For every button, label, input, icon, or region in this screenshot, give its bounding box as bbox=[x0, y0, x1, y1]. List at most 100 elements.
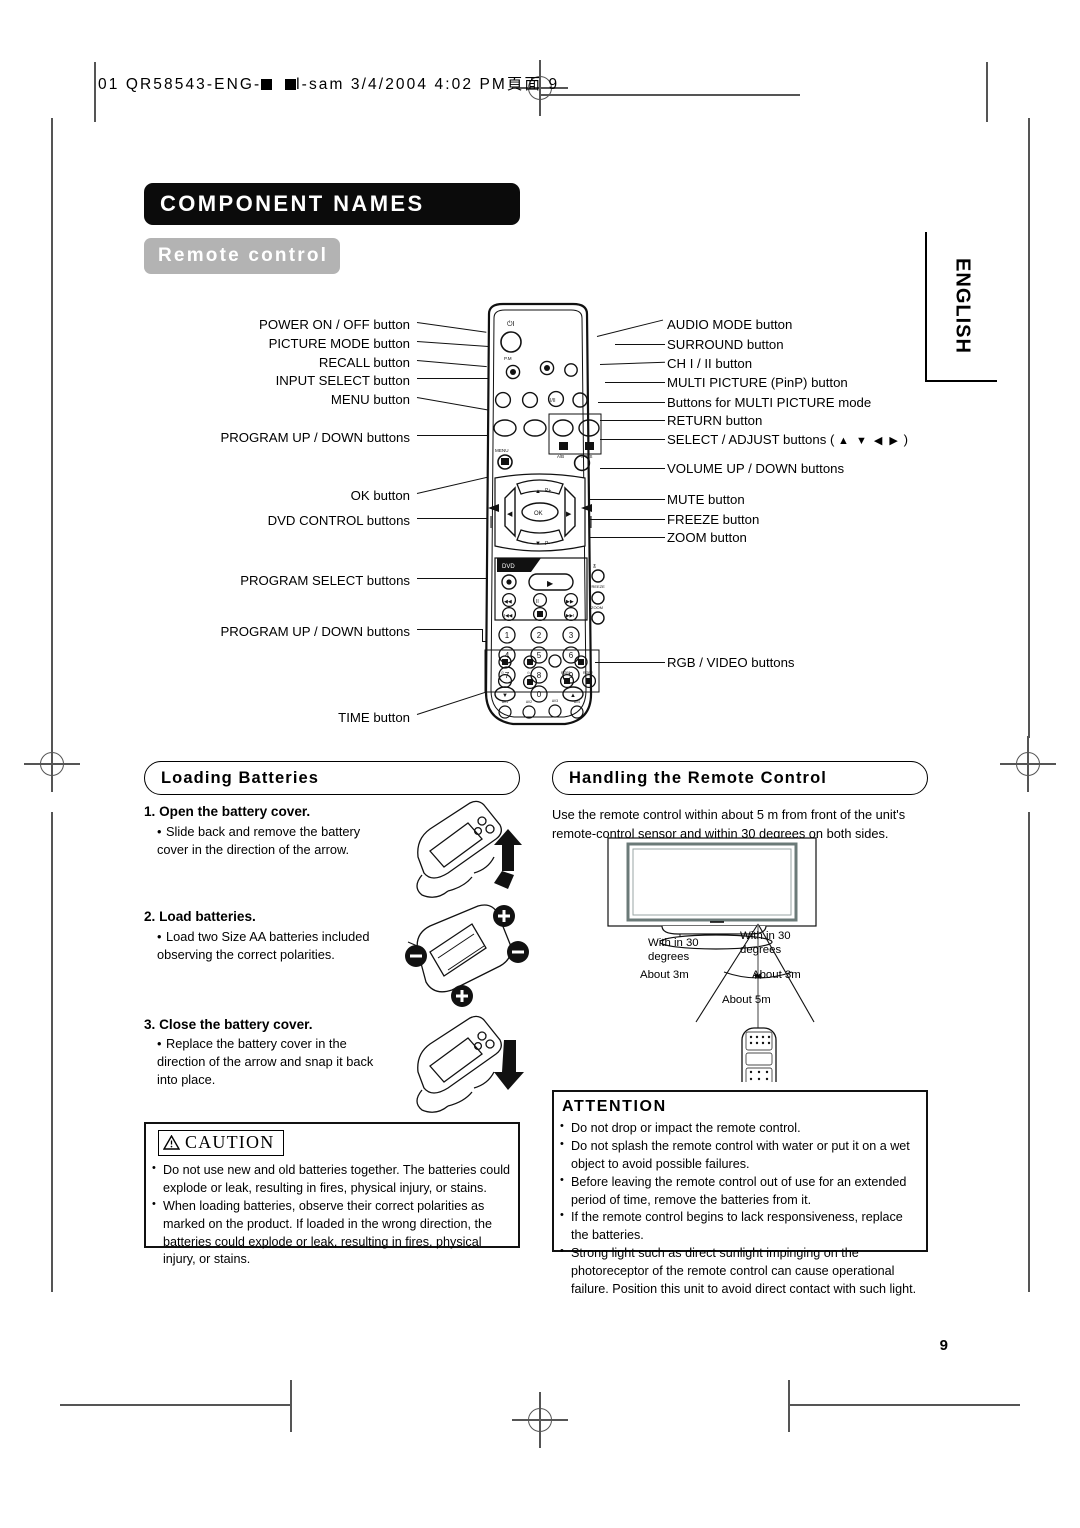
callout-zoom: ZOOM button bbox=[667, 530, 747, 545]
diagram-left-angle-line1: With in 30 bbox=[648, 937, 699, 949]
svg-text:▼: ▼ bbox=[535, 541, 541, 547]
imprint-suffix: 頁面 9 bbox=[506, 76, 560, 93]
diagram-label-right-angle: With in 30 degrees bbox=[740, 929, 791, 958]
step1-heading: 1. Open the battery cover. bbox=[144, 804, 311, 819]
registration-mark-bottom bbox=[512, 1392, 568, 1448]
print-imprint: 01 QR58543-ENG- l-sam 3/4/2004 4:02 PM頁面… bbox=[98, 72, 559, 94]
callout-menu: MENU button bbox=[330, 392, 410, 407]
diagram-label-left-distance: About 3m bbox=[640, 969, 689, 981]
svg-text:AV3: AV3 bbox=[552, 699, 558, 703]
page-number: 9 bbox=[939, 1337, 948, 1354]
caution-item-2: When loading batteries, observe their co… bbox=[152, 1197, 512, 1270]
callout-surround: SURROUND button bbox=[667, 337, 784, 352]
svg-text:P-: P- bbox=[545, 541, 550, 547]
caution-list: Do not use new and old batteries togethe… bbox=[152, 1161, 512, 1270]
svg-text:P.M: P.M bbox=[504, 356, 512, 361]
page-title: COMPONENT NAMES bbox=[144, 183, 520, 225]
callout-mute: MUTE button bbox=[667, 492, 745, 507]
svg-text:◀: ◀ bbox=[507, 511, 513, 518]
crop-line-bottom-left bbox=[60, 1404, 290, 1406]
caution-badge: CAUTION bbox=[158, 1130, 285, 1156]
caution-item-1: Do not use new and old batteries togethe… bbox=[152, 1161, 512, 1198]
step2-body-text: Load two Size AA batteries included obse… bbox=[157, 929, 370, 963]
svg-text:AV1: AV1 bbox=[502, 700, 508, 704]
diagram-label-left-angle: With in 30 degrees bbox=[648, 936, 699, 965]
diagram-label-center-distance: About 5m bbox=[722, 994, 771, 1006]
loading-batteries-header: Loading Batteries bbox=[144, 761, 520, 795]
attention-item-5: Strong light such as direct sunlight imp… bbox=[560, 1244, 920, 1299]
callout-power-on-off: POWER ON / OFF button bbox=[259, 317, 410, 332]
svg-text:⏱: ⏱ bbox=[501, 671, 504, 675]
language-tab-label: ENGLISH bbox=[951, 258, 974, 354]
svg-text:A/B: A/B bbox=[557, 454, 564, 459]
callout-multi-picture: MULTI PICTURE (PinP) button bbox=[667, 375, 848, 390]
svg-text:3: 3 bbox=[569, 631, 574, 640]
svg-text:AV4: AV4 bbox=[574, 700, 580, 704]
step1-body: • Slide back and remove the battery cover… bbox=[157, 824, 361, 858]
illustration-open-cover bbox=[408, 795, 528, 905]
select-adjust-arrow-glyphs: ▲ ▼ ◀ ▶ bbox=[838, 435, 900, 447]
callout-ok: OK button bbox=[350, 488, 410, 503]
step3-heading: 3. Close the battery cover. bbox=[144, 1017, 313, 1032]
crop-line-top-left bbox=[94, 62, 96, 122]
callout-picture-mode: PICTURE MODE button bbox=[268, 336, 410, 351]
registration-mark-left bbox=[24, 736, 80, 792]
callout-select-adjust-text: SELECT / ADJUST buttons ( bbox=[667, 432, 835, 447]
callout-recall: RECALL button bbox=[318, 355, 410, 370]
attention-item-4: If the remote control begins to lack res… bbox=[560, 1208, 920, 1245]
callout-audio-mode: AUDIO MODE button bbox=[667, 317, 793, 332]
svg-text:⏲: ⏲ bbox=[527, 671, 530, 675]
crop-line-bottom-mark-right bbox=[788, 1380, 790, 1432]
imprint-mid: l-sam 3/4/2004 4:02 PM bbox=[296, 76, 507, 93]
svg-text:I/II: I/II bbox=[550, 398, 556, 404]
illustration-close-cover bbox=[408, 1010, 528, 1120]
crop-line-bottom-right bbox=[790, 1404, 1020, 1406]
warning-triangle-icon bbox=[163, 1135, 180, 1150]
callout-volume-up-down: VOLUME UP / DOWN buttons bbox=[667, 461, 845, 476]
callout-input-select: INPUT SELECT button bbox=[275, 373, 410, 388]
step3-body-text: Replace the battery cover in the directi… bbox=[157, 1036, 374, 1088]
callout-select-adjust-close: ) bbox=[903, 432, 908, 447]
svg-text:◀◀: ◀◀ bbox=[504, 599, 512, 605]
callout-rgb-video: RGB / VIDEO buttons bbox=[667, 655, 795, 670]
step1-body-text: Slide back and remove the battery cover … bbox=[157, 824, 361, 858]
document-page: 01 QR58543-ENG- l-sam 3/4/2004 4:02 PM頁面… bbox=[0, 0, 1080, 1528]
loading-batteries-title: Loading Batteries bbox=[161, 768, 320, 787]
attention-list: Do not drop or impact the remote control… bbox=[560, 1119, 920, 1299]
handling-title: Handling the Remote Control bbox=[569, 768, 827, 787]
step2-heading: 2. Load batteries. bbox=[144, 909, 256, 924]
svg-text:OK: OK bbox=[534, 511, 543, 517]
svg-text:II: II bbox=[536, 599, 539, 605]
step2-body: • Load two Size AA batteries included obs… bbox=[157, 929, 370, 963]
svg-text:MENU: MENU bbox=[495, 448, 509, 453]
callout-program-up-down-bottom: PROGRAM UP / DOWN buttons bbox=[220, 624, 410, 639]
svg-text:▶: ▶ bbox=[566, 511, 572, 518]
callout-time: TIME button bbox=[338, 710, 410, 725]
svg-text:🕱: 🕱 bbox=[593, 563, 596, 570]
svg-text:2: 2 bbox=[537, 631, 542, 640]
callout-dvd-control: DVD CONTROL buttons bbox=[267, 513, 410, 528]
svg-text:▶▶I: ▶▶I bbox=[566, 613, 574, 618]
svg-text:RGB1: RGB1 bbox=[561, 671, 571, 675]
section-title: Remote control bbox=[144, 238, 340, 274]
callout-program-select: PROGRAM SELECT buttons bbox=[240, 573, 410, 588]
imprint-block-glyph-2 bbox=[285, 79, 297, 90]
svg-text:FREEZE: FREEZE bbox=[589, 584, 605, 589]
callout-program-up-down-top: PROGRAM UP / DOWN buttons bbox=[220, 430, 410, 445]
svg-text:I◀◀: I◀◀ bbox=[504, 613, 513, 618]
callout-ch-i-ii: CH I / II button bbox=[667, 356, 753, 371]
svg-text:▶: ▶ bbox=[547, 579, 554, 588]
crop-line-header-rule bbox=[540, 94, 800, 96]
illustration-load-batteries bbox=[400, 900, 530, 1013]
svg-text:1: 1 bbox=[505, 631, 510, 640]
crop-line-left-lower bbox=[51, 812, 53, 1292]
diagram-left-angle-line2: degrees bbox=[648, 951, 690, 964]
svg-text:DVD: DVD bbox=[502, 564, 515, 570]
callout-select-adjust: SELECT / ADJUST buttons ( ▲ ▼ ◀ ▶ ) bbox=[667, 433, 908, 447]
attention-item-2: Do not splash the remote control with wa… bbox=[560, 1137, 920, 1174]
diagram-right-angle-line1: With in 30 bbox=[740, 930, 791, 942]
crop-line-right-lower bbox=[1028, 812, 1030, 1292]
crop-line-top-right bbox=[986, 62, 988, 122]
caution-label: CAUTION bbox=[185, 1132, 275, 1152]
svg-text:▶▶: ▶▶ bbox=[566, 599, 574, 605]
